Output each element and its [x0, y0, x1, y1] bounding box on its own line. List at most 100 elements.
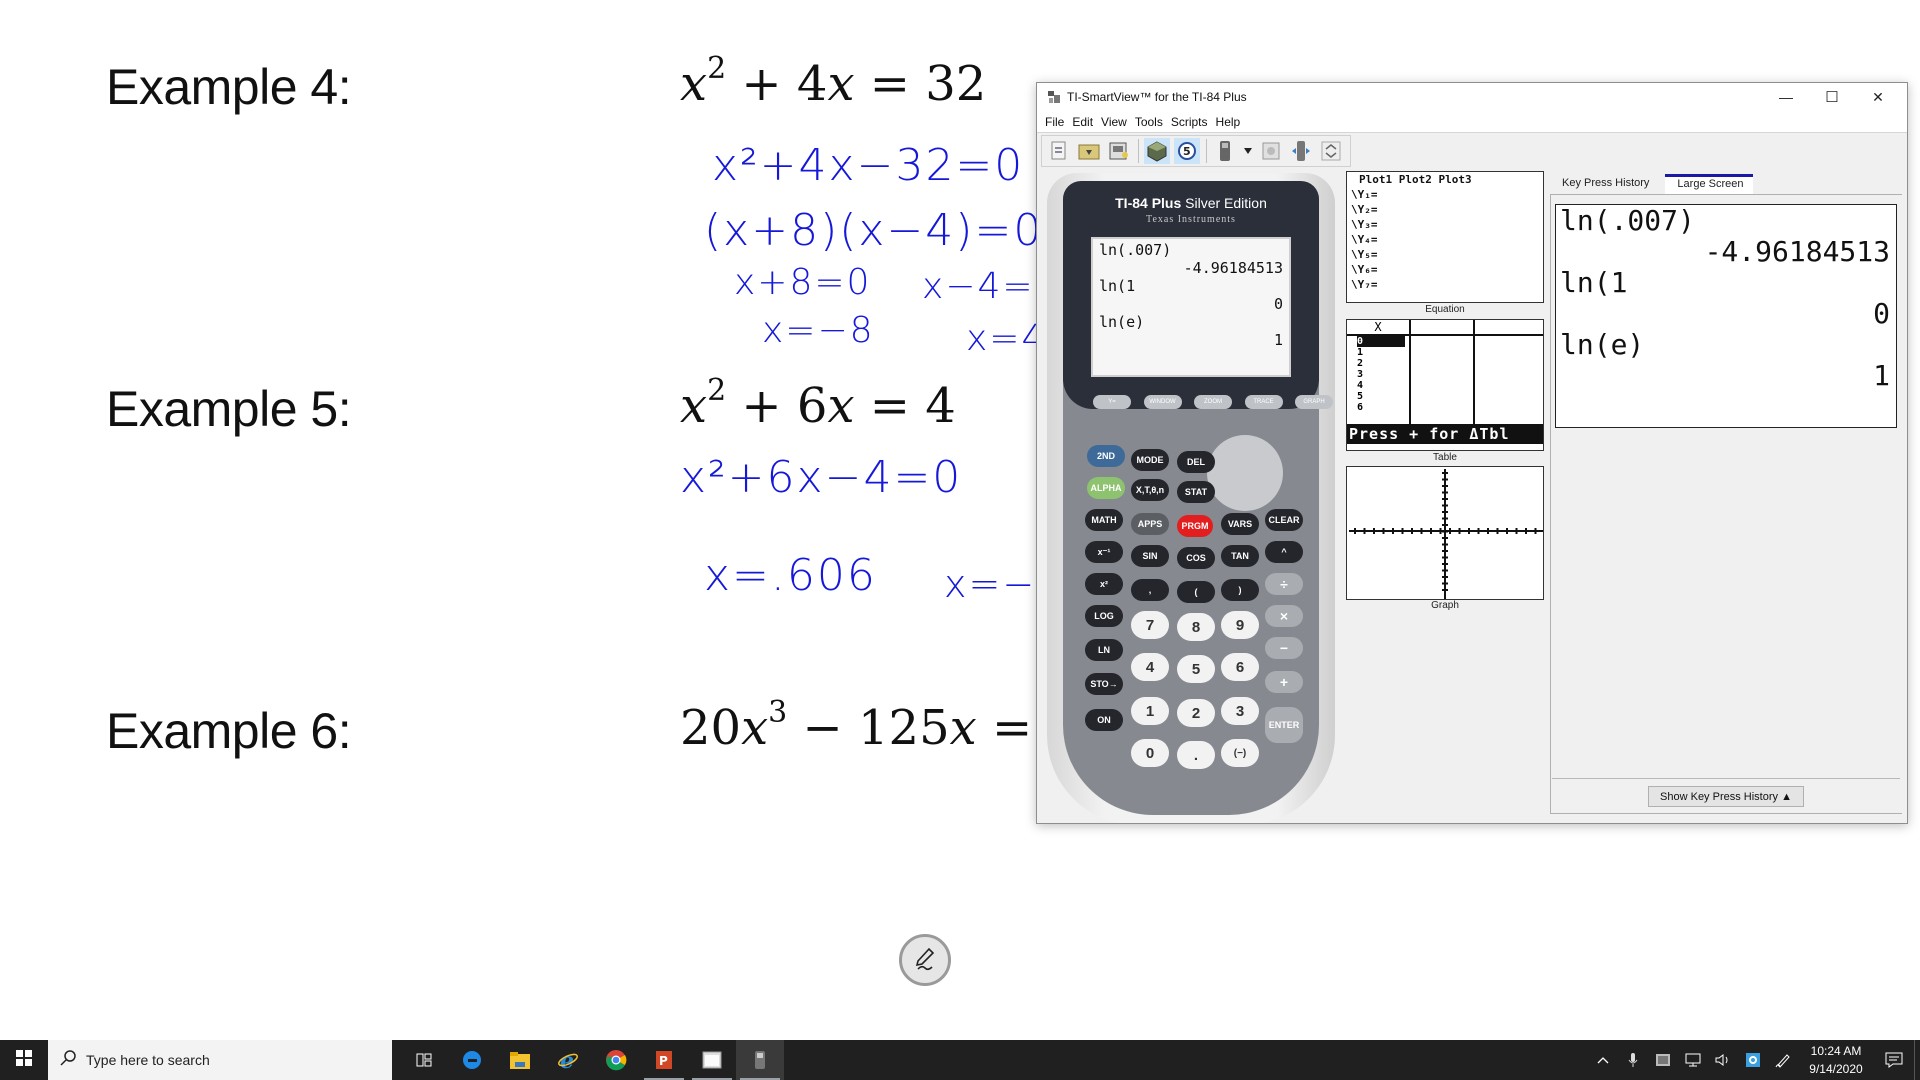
key-2nd[interactable]: 2ND [1087, 445, 1125, 467]
key-decimal[interactable]: . [1177, 741, 1215, 769]
equation-panel[interactable]: Plot1 Plot2 Plot3 \Y₁= \Y₂= \Y₃= \Y₄= \Y… [1346, 171, 1544, 303]
key-del[interactable]: DEL [1177, 451, 1215, 473]
new-document-icon[interactable] [1046, 138, 1072, 164]
key-cos[interactable]: COS [1177, 547, 1215, 569]
key-window[interactable]: WINDOW [1143, 395, 1182, 409]
powerpoint-icon[interactable]: P [640, 1040, 688, 1080]
key-0[interactable]: 0 [1131, 739, 1169, 767]
graph-panel[interactable] [1346, 466, 1544, 600]
file-explorer-icon[interactable] [496, 1040, 544, 1080]
ink-ex5-line1: x²+6x−4=0 [680, 452, 963, 503]
key-square[interactable]: x² [1085, 573, 1123, 595]
key-6[interactable]: 6 [1221, 653, 1259, 681]
send-to-device-icon[interactable] [1288, 138, 1314, 164]
table-footer: Press + for ΔTbl [1347, 424, 1543, 444]
key-2[interactable]: 2 [1177, 699, 1215, 727]
toolbar-separator [1138, 139, 1139, 163]
edge-icon[interactable] [448, 1040, 496, 1080]
webcam-app-icon[interactable] [1738, 1040, 1768, 1080]
key-sin[interactable]: SIN [1131, 545, 1169, 567]
microphone-icon[interactable] [1618, 1040, 1648, 1080]
show-desktop-button[interactable] [1914, 1040, 1920, 1080]
tab-key-press-history[interactable]: Key Press History [1550, 174, 1659, 194]
copy-screen-icon[interactable] [1258, 138, 1284, 164]
key-y-equals[interactable]: Y= [1093, 395, 1131, 409]
key-xt-theta-n[interactable]: X,T,θ,n [1131, 479, 1169, 501]
key-tan[interactable]: TAN [1221, 545, 1259, 567]
table-panel[interactable]: X 0 1 2 3 4 5 6 Press + for ΔTbl [1346, 319, 1544, 451]
key-on[interactable]: ON [1085, 709, 1123, 731]
key-trace[interactable]: TRACE [1244, 395, 1283, 409]
key-comma[interactable]: , [1131, 579, 1169, 601]
title-bar[interactable]: TI-SmartView™ for the TI-84 Plus — ☐ ✕ [1037, 83, 1907, 111]
calculator-view-icon[interactable] [1212, 138, 1238, 164]
notifications-icon[interactable] [1874, 1040, 1914, 1080]
clock[interactable]: 10:24 AM 9/14/2020 [1798, 1042, 1874, 1078]
key-subtract[interactable]: − [1265, 637, 1303, 659]
reset-5-icon[interactable]: 5 [1174, 138, 1200, 164]
maximize-button[interactable]: ☐ [1809, 83, 1855, 111]
minimize-button[interactable]: — [1763, 83, 1809, 111]
key-stat[interactable]: STAT [1177, 481, 1215, 503]
key-5[interactable]: 5 [1177, 655, 1215, 683]
key-clear[interactable]: CLEAR [1265, 509, 1303, 531]
key-3[interactable]: 3 [1221, 697, 1259, 725]
key-prgm[interactable]: PRGM [1177, 515, 1213, 537]
network-icon[interactable] [1678, 1040, 1708, 1080]
task-view-icon[interactable] [400, 1040, 448, 1080]
ti-smartview-icon[interactable] [736, 1040, 784, 1080]
key-add[interactable]: + [1265, 671, 1303, 693]
key-graph[interactable]: GRAPH [1295, 395, 1333, 409]
chrome-icon[interactable] [592, 1040, 640, 1080]
key-enter[interactable]: ENTER [1265, 707, 1303, 743]
key-inverse[interactable]: x⁻¹ [1085, 541, 1123, 563]
key-multiply[interactable]: × [1265, 605, 1303, 627]
key-mode[interactable]: MODE [1131, 449, 1169, 471]
key-math[interactable]: MATH [1085, 509, 1123, 531]
start-button[interactable] [0, 1040, 48, 1080]
key-7[interactable]: 7 [1131, 611, 1169, 639]
key-log[interactable]: LOG [1085, 605, 1123, 627]
key-9[interactable]: 9 [1221, 611, 1259, 639]
menu-help[interactable]: Help [1212, 115, 1245, 129]
menu-file[interactable]: File [1041, 115, 1068, 129]
volume-icon[interactable] [1708, 1040, 1738, 1080]
key-8[interactable]: 8 [1177, 613, 1215, 641]
key-open-paren[interactable]: ( [1177, 581, 1215, 603]
screen-capture-icon[interactable] [1106, 138, 1132, 164]
key-4[interactable]: 4 [1131, 653, 1169, 681]
key-zoom[interactable]: ZOOM [1194, 395, 1232, 409]
open-folder-icon[interactable] [1076, 138, 1102, 164]
taskbar: Type here to search e P 10:24 AM 9/14/20… [0, 1040, 1920, 1080]
screen-recorder-icon[interactable] [1648, 1040, 1678, 1080]
show-hidden-icons-icon[interactable] [1588, 1040, 1618, 1080]
key-negative[interactable]: (−) [1221, 739, 1259, 767]
key-ln[interactable]: LN [1085, 639, 1123, 661]
key-sto[interactable]: STO→ [1085, 673, 1123, 695]
show-key-press-history-button[interactable]: Show Key Press History ▲ [1648, 786, 1804, 807]
screen-app-icon[interactable] [688, 1040, 736, 1080]
collapse-expand-icon[interactable] [1318, 138, 1344, 164]
pen-workspace-icon[interactable] [1768, 1040, 1798, 1080]
large-screen-line: ln(.007) [1560, 204, 1695, 237]
menu-scripts[interactable]: Scripts [1167, 115, 1212, 129]
key-alpha[interactable]: ALPHA [1087, 477, 1125, 499]
key-apps[interactable]: APPS [1131, 513, 1169, 535]
internet-explorer-icon[interactable]: e [544, 1040, 592, 1080]
close-button[interactable]: ✕ [1855, 83, 1901, 111]
key-1[interactable]: 1 [1131, 697, 1169, 725]
emulator-3d-icon[interactable] [1144, 138, 1170, 164]
key-vars[interactable]: VARS [1221, 513, 1259, 535]
menu-view[interactable]: View [1097, 115, 1131, 129]
table-body: 0 1 2 3 4 5 6 [1347, 336, 1543, 424]
key-divide[interactable]: ÷ [1265, 573, 1303, 595]
menu-tools[interactable]: Tools [1131, 115, 1167, 129]
key-close-paren[interactable]: ) [1221, 579, 1259, 601]
taskbar-search[interactable]: Type here to search [48, 1040, 392, 1080]
arrow-pad[interactable] [1207, 435, 1283, 511]
menu-edit[interactable]: Edit [1068, 115, 1097, 129]
pen-tool-button[interactable] [899, 934, 951, 986]
dropdown-arrow-icon[interactable] [1242, 138, 1254, 164]
tab-large-screen[interactable]: Large Screen [1665, 174, 1754, 194]
key-power[interactable]: ^ [1265, 541, 1303, 563]
